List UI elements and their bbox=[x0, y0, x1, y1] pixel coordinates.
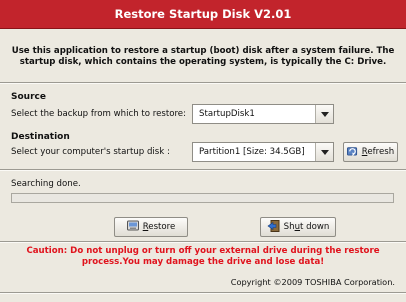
progress-bar bbox=[11, 193, 394, 203]
exit-icon bbox=[267, 219, 280, 235]
shutdown-label-pre: Sh bbox=[283, 222, 295, 232]
source-title: Source bbox=[11, 92, 46, 102]
intro-text: Use this application to restore a startu… bbox=[0, 40, 406, 74]
caution-message: Caution: Do not unplug or turn off your … bbox=[0, 246, 406, 268]
status-text: Searching done. bbox=[11, 179, 81, 189]
destination-disk-value: Partition1 [Size: 34.5GB] bbox=[199, 147, 305, 157]
divider bbox=[0, 169, 406, 171]
divider bbox=[0, 292, 406, 294]
divider bbox=[0, 241, 406, 243]
shutdown-button[interactable]: Shut down bbox=[260, 217, 336, 237]
refresh-label: efresh bbox=[367, 147, 395, 157]
destination-label: Select your computer's startup disk : bbox=[11, 147, 170, 157]
caution-line-1: Caution: Do not unplug or turn off your … bbox=[26, 246, 380, 256]
chevron-down-icon[interactable] bbox=[315, 105, 333, 123]
chevron-down-icon[interactable] bbox=[315, 143, 333, 161]
restore-window: Restore Startup Disk V2.01 Use this appl… bbox=[0, 0, 406, 302]
refresh-icon bbox=[346, 145, 358, 159]
restore-label: estore bbox=[148, 222, 176, 232]
destination-title: Destination bbox=[11, 132, 70, 142]
intro-line-1: Use this application to restore a startu… bbox=[11, 46, 395, 56]
source-backup-select[interactable]: StartupDisk1 bbox=[192, 104, 334, 124]
divider bbox=[0, 82, 406, 84]
restore-button[interactable]: Restore bbox=[114, 217, 188, 237]
source-label: Select the backup from which to restore: bbox=[11, 109, 186, 119]
disk-icon bbox=[126, 220, 139, 234]
shutdown-label-post: t down bbox=[300, 222, 330, 232]
title-bar: Restore Startup Disk V2.01 bbox=[0, 0, 406, 29]
destination-disk-select[interactable]: Partition1 [Size: 34.5GB] bbox=[192, 142, 334, 162]
copyright-text: Copyright ©2009 TOSHIBA Corporation. bbox=[230, 277, 395, 287]
intro-line-2: startup disk, which contains the operati… bbox=[19, 57, 387, 67]
source-backup-value: StartupDisk1 bbox=[199, 109, 255, 119]
refresh-button[interactable]: Refresh bbox=[343, 142, 398, 162]
caution-line-2: process.You may damage the drive and los… bbox=[81, 257, 325, 267]
window-title: Restore Startup Disk V2.01 bbox=[114, 7, 292, 21]
